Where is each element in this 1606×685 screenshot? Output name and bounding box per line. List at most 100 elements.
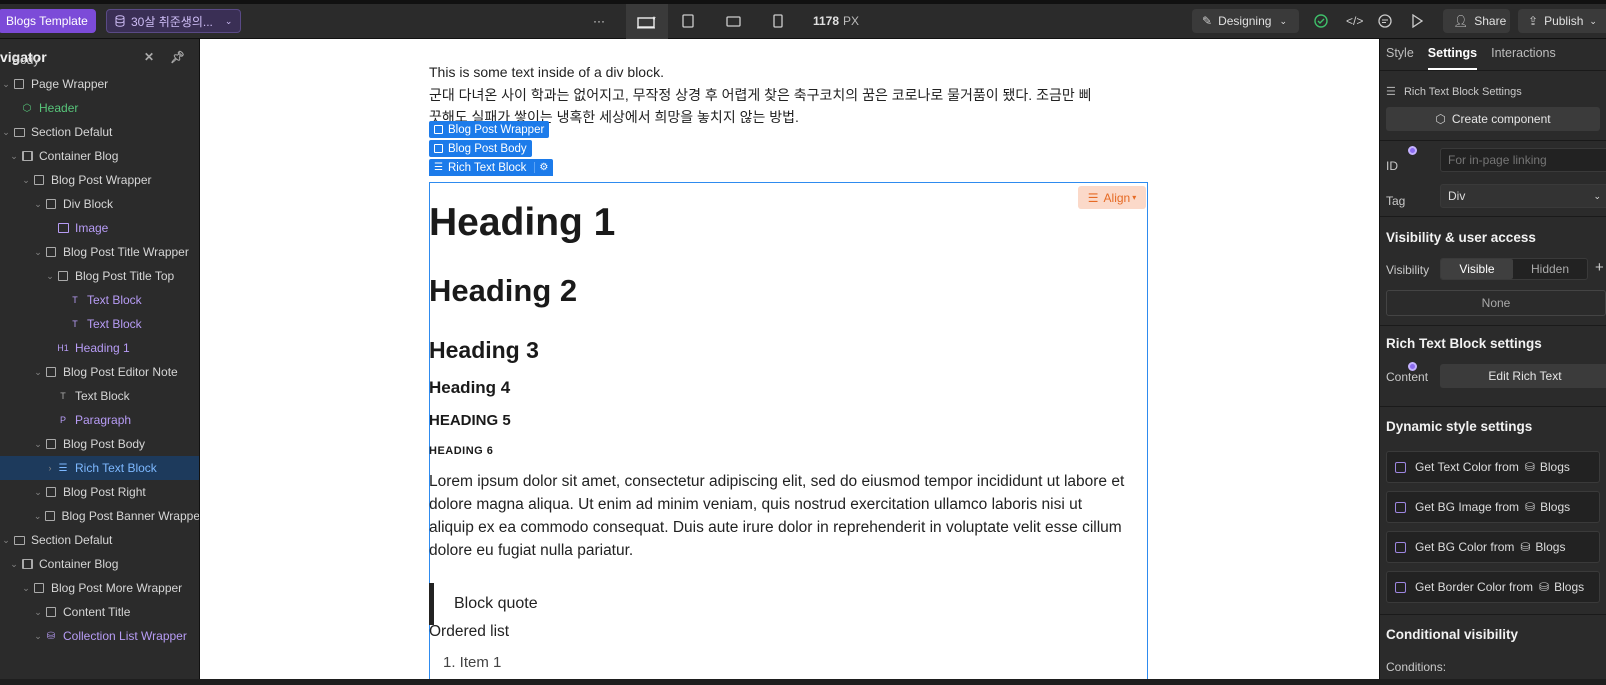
mobile-portrait-button[interactable]	[773, 9, 783, 33]
navigator-item[interactable]: ⌄ Blog Post Editor Note	[0, 360, 199, 384]
navigator-item[interactable]: Image	[0, 216, 199, 240]
checkbox[interactable]	[1395, 581, 1406, 593]
navigator-item[interactable]: ⬡ Header	[0, 96, 199, 120]
dynamic-style-item[interactable]: Get BG Image from ⛁ Blogs	[1386, 491, 1600, 523]
tab-settings[interactable]: Settings	[1427, 46, 1478, 70]
navigator-item-label: Rich Text Block	[75, 461, 157, 475]
expand-caret-icon[interactable]: ⌄	[0, 79, 12, 90]
mobile-landscape-button[interactable]	[726, 9, 741, 33]
settings-gear-icon[interactable]: ⚙	[534, 162, 548, 173]
navigator-item[interactable]: › ☰ Rich Text Block	[0, 456, 199, 480]
expand-caret-icon[interactable]: ⌄	[32, 511, 43, 522]
container-icon	[20, 558, 34, 570]
expand-caret-icon[interactable]: ⌄	[32, 247, 44, 258]
box-icon	[44, 366, 58, 378]
blog-post-body-badge[interactable]: Blog Post Body	[429, 140, 532, 157]
expand-caret-icon[interactable]: ⌄	[20, 175, 32, 186]
dynamic-style-title[interactable]: Dynamic style settings	[1386, 419, 1532, 434]
add-icon[interactable]: +	[1595, 259, 1604, 276]
top-toolbar: Blogs Template 30살 취준생의... ⌄ ··· 1178 PX…	[0, 0, 1606, 39]
hidden-option[interactable]: Hidden	[1513, 259, 1587, 279]
checkbox[interactable]	[1395, 541, 1406, 553]
expand-caret-icon[interactable]: ⌄	[44, 271, 56, 282]
visibility-section-title[interactable]: Visibility & user access	[1386, 230, 1536, 245]
checkbox[interactable]	[1395, 501, 1406, 513]
rich-text-block-badge[interactable]: ☰ Rich Text Block ⚙	[429, 159, 554, 176]
navigator-item-label: Paragraph	[75, 413, 132, 427]
tab-interactions[interactable]: Interactions	[1491, 46, 1556, 70]
navigator-item[interactable]: ⌄ Section Defalut	[0, 120, 199, 144]
design-canvas[interactable]: This is some text inside of a div block.…	[200, 39, 1380, 679]
collection-selector[interactable]: 30살 취준생의... ⌄	[106, 9, 242, 33]
expand-caret-icon[interactable]: ⌄	[32, 631, 44, 642]
navigator-item[interactable]: ⌄ Blog Post Body	[0, 432, 199, 456]
navigator-item[interactable]: ⌄ ⛁ Collection List Wrapper	[0, 624, 199, 648]
navigator-item[interactable]: ⌄ Content Title	[0, 600, 199, 624]
checkbox[interactable]	[1395, 461, 1406, 473]
navigator-item[interactable]: ⌄ Blog Post Banner Wrappe	[0, 504, 199, 528]
expand-caret-icon[interactable]: ⌄	[32, 439, 44, 450]
expand-caret-icon[interactable]: ⌄	[32, 199, 44, 210]
navigator-item[interactable]: ⌄ Blog Post Title Wrapper	[0, 240, 199, 264]
mode-selector[interactable]: ✎ Designing ⌄	[1192, 9, 1299, 33]
publish-button[interactable]: ⇪ Publish ⌄	[1518, 9, 1606, 33]
tag-select[interactable]: Div ⌄	[1440, 184, 1606, 208]
navigator-item-label: Blog Post More Wrapper	[51, 581, 183, 595]
dynamic-style-item[interactable]: Get Border Color from ⛁ Blogs	[1386, 571, 1600, 603]
expand-caret-icon[interactable]: ⌄	[0, 127, 12, 138]
blog-post-wrapper-badge[interactable]: Blog Post Wrapper	[429, 121, 550, 138]
content-label: Content	[1386, 370, 1429, 384]
navigator-item[interactable]: ⌄ Container Blog	[0, 144, 199, 168]
rich-text-settings-title[interactable]: Rich Text Block settings	[1386, 336, 1542, 351]
conditional-visibility-title[interactable]: Conditional visibility	[1386, 627, 1518, 642]
share-button[interactable]: 👤︎ Share	[1443, 9, 1510, 33]
desktop-breakpoint-button[interactable]	[626, 4, 668, 39]
expand-caret-icon[interactable]: ›	[44, 463, 56, 473]
navigator-item[interactable]: T Text Block	[0, 384, 199, 408]
navigator-item[interactable]: T Text Block	[0, 288, 199, 312]
id-binding-dot[interactable]	[1408, 146, 1417, 155]
more-menu-button[interactable]: ···	[593, 9, 605, 33]
navigator-item[interactable]: T Text Block	[0, 312, 199, 336]
access-none-field[interactable]: None	[1386, 290, 1606, 316]
expand-caret-icon[interactable]: ⌄	[32, 607, 44, 618]
expand-caret-icon[interactable]: ⌄	[32, 367, 44, 378]
tag-value: Div	[1448, 189, 1466, 203]
comments-button[interactable]	[1378, 9, 1392, 33]
navigator-item[interactable]: ⌄ Blog Post Wrapper	[0, 168, 199, 192]
visible-option[interactable]: Visible	[1441, 259, 1513, 279]
code-button[interactable]: </>	[1346, 9, 1363, 33]
expand-caret-icon[interactable]: ⌄	[8, 151, 20, 162]
dynamic-style-source: Blogs	[1554, 580, 1585, 594]
edit-rich-text-button[interactable]: Edit Rich Text	[1440, 364, 1606, 388]
navigator-item[interactable]: ⌄ Blog Post Title Top	[0, 264, 199, 288]
navigator-item-label: Text Block	[87, 317, 142, 331]
navigator-item-label: Section Defalut	[31, 125, 113, 139]
create-component-button[interactable]: ⬡ Create component	[1386, 107, 1600, 131]
navigator-item[interactable]: ⌄ Div Block	[0, 192, 199, 216]
navigator-item[interactable]: ⌄ Blog Post More Wrapper	[0, 576, 199, 600]
expand-caret-icon[interactable]: ⌄	[32, 487, 44, 498]
navigator-item[interactable]: Body	[0, 48, 199, 72]
navigator-item[interactable]: H1 Heading 1	[0, 336, 199, 360]
navigator-item[interactable]: P Paragraph	[0, 408, 199, 432]
status-check-button[interactable]	[1314, 9, 1328, 33]
template-button[interactable]: Blogs Template	[0, 9, 96, 33]
expand-caret-icon[interactable]: ⌄	[0, 535, 12, 546]
box-icon	[434, 144, 443, 153]
tablet-breakpoint-button[interactable]	[682, 9, 694, 33]
id-input[interactable]	[1440, 148, 1606, 172]
navigator-item[interactable]: ⌄ Section Defalut	[0, 528, 199, 552]
preview-button[interactable]	[1411, 9, 1423, 33]
dynamic-style-item[interactable]: Get BG Color from ⛁ Blogs	[1386, 531, 1600, 563]
navigator-item[interactable]: ⌄ Blog Post Right	[0, 480, 199, 504]
tab-style[interactable]: Style	[1386, 46, 1414, 70]
navigator-item[interactable]: ⌄ Page Wrapper	[0, 72, 199, 96]
ordered-list-item: 1. Item 1	[443, 654, 502, 671]
expand-caret-icon[interactable]: ⌄	[8, 559, 20, 570]
dynamic-style-item[interactable]: Get Text Color from ⛁ Blogs	[1386, 451, 1600, 483]
navigator-item[interactable]: ⌄ Container Blog	[0, 552, 199, 576]
align-button[interactable]: ☰ Align ▾	[1078, 186, 1146, 209]
image-icon	[56, 222, 70, 234]
expand-caret-icon[interactable]: ⌄	[20, 583, 32, 594]
